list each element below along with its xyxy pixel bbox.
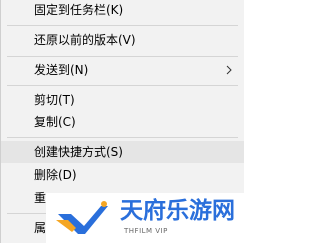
menu-item-label: 属 — [34, 221, 47, 235]
menu-separator — [7, 56, 238, 57]
menu-item-label: 固定到任务栏(K) — [34, 3, 124, 17]
menu-item-send-to[interactable]: 发送到(N) — [1, 59, 244, 81]
watermark-title: 天府乐游网 — [120, 198, 235, 224]
menu-item-restore-previous-versions[interactable]: 还原以前的版本(V) — [1, 29, 244, 51]
menu-item-cut[interactable]: 剪切(T) — [1, 89, 244, 111]
menu-item-label: 还原以前的版本(V) — [34, 33, 136, 47]
menu-separator — [7, 137, 238, 138]
menu-item-label: 复制(C) — [34, 115, 76, 129]
watermark: 天府乐游网 THFILM VIP — [46, 193, 244, 243]
menu-item-create-shortcut[interactable]: 创建快捷方式(S) — [1, 141, 244, 163]
menu-item-label: 创建快捷方式(S) — [34, 145, 123, 159]
menu-item-pin-to-taskbar[interactable]: 固定到任务栏(K) — [1, 0, 244, 21]
menu-item-label: 剪切(T) — [34, 93, 75, 107]
menu-item-label: 删除(D) — [34, 168, 77, 182]
menu-item-label: 发送到(N) — [34, 63, 89, 77]
menu-item-label: 重 — [34, 191, 47, 205]
menu-separator — [7, 25, 238, 26]
menu-item-delete[interactable]: 删除(D) — [1, 164, 244, 186]
menu-item-copy[interactable]: 复制(C) — [1, 111, 244, 133]
watermark-subtitle: THFILM VIP — [124, 227, 168, 235]
logo-icon — [54, 200, 112, 236]
chevron-right-icon — [224, 59, 234, 81]
menu-separator — [7, 85, 238, 86]
